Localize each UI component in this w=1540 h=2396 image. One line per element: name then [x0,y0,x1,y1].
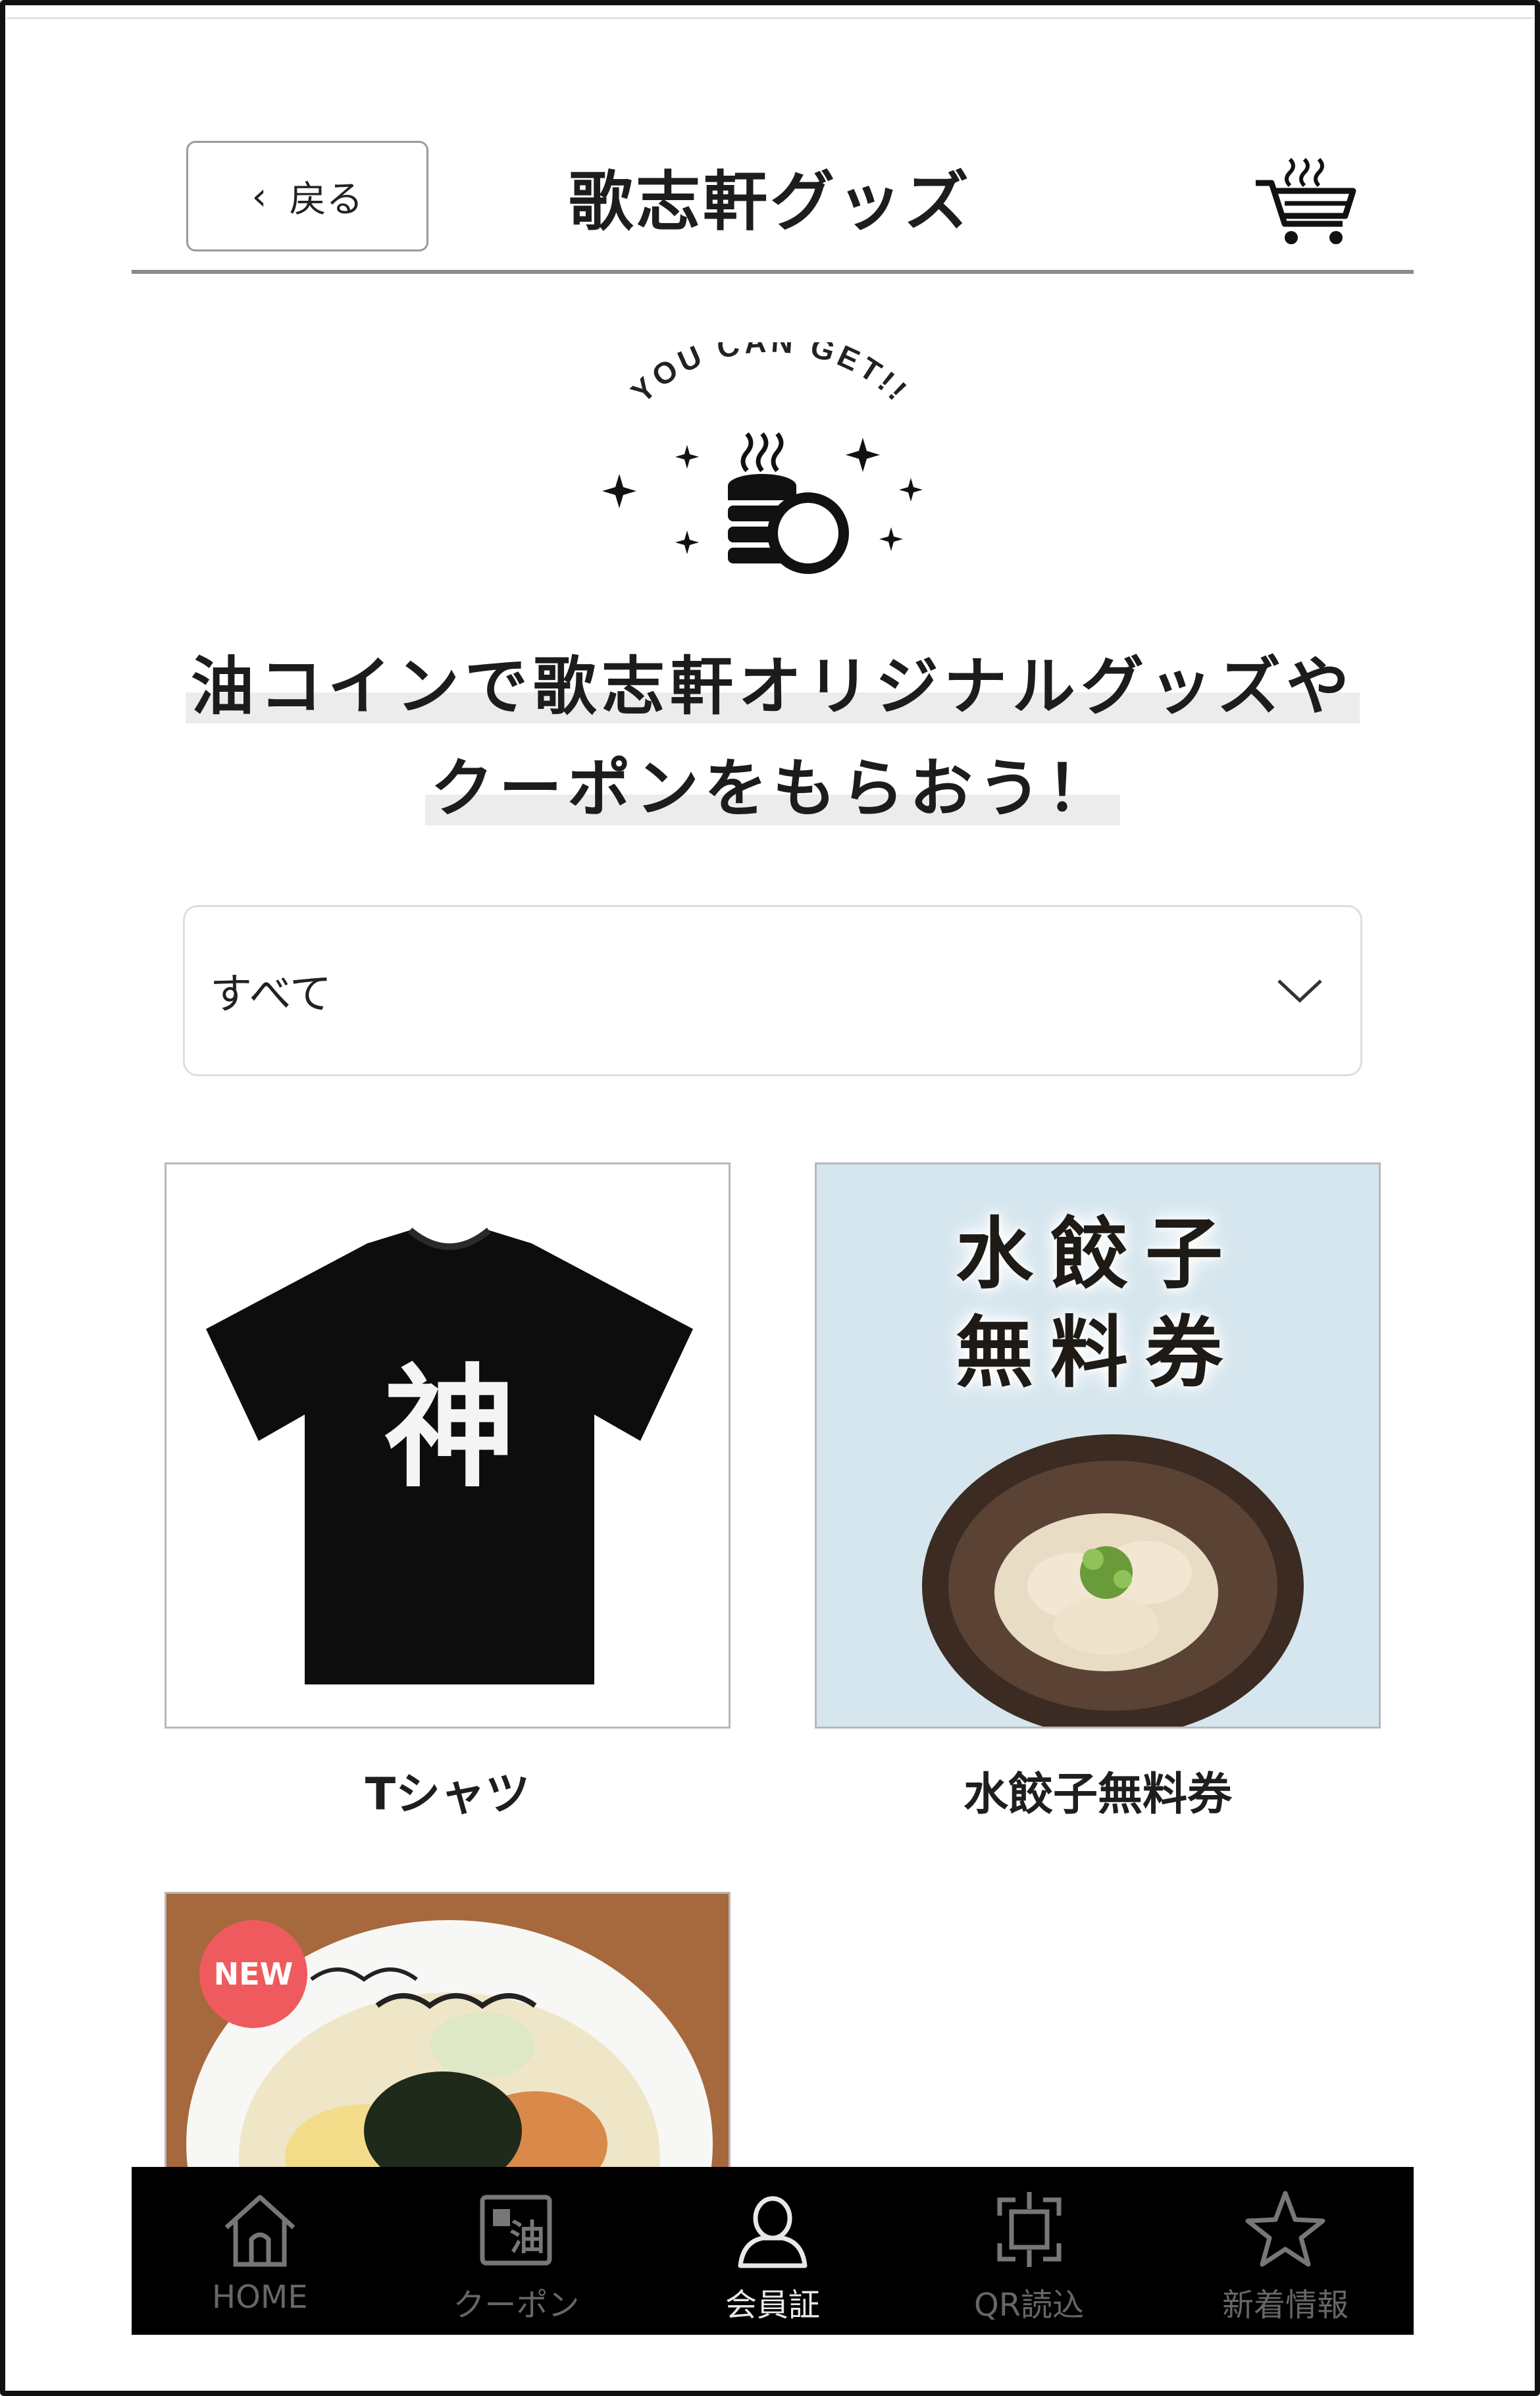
header-divider [132,270,1414,274]
cart-icon[interactable] [1250,142,1362,247]
tab-member-card[interactable]: 会員証 [644,2167,901,2335]
coupon-icon: 油 [480,2195,552,2266]
chevron-left-icon: ‹ [251,174,267,219]
chevron-down-icon [1277,979,1322,1003]
tab-home[interactable]: HOME [132,2167,388,2335]
coupon-title-line-2: 無料券 [955,1307,1240,1398]
product-image-tshirt[interactable]: 神 [165,1162,731,1729]
bottom-tab-bar: HOME 油 クーポン 会員証 QR読込 新着情報 [132,2167,1414,2335]
tshirt-image: 神 [206,1228,693,1684]
member-card-icon [738,2196,808,2268]
headline-line-2: クーポンをもらおう！ [132,737,1414,829]
tab-label: 会員証 [725,2287,820,2324]
product-name[interactable]: Tシャツ [165,1758,731,1823]
new-badge: NEW [199,1920,307,2028]
headline-line-1: 油コインで歌志軒オリジナルグッズや [132,635,1414,727]
coin-logo-icon: YOU CAN GET!! [602,342,923,574]
tab-label: HOME [211,2279,308,2316]
product-name[interactable]: 水餃子無料券 [815,1758,1381,1823]
you-can-get-text: YOU CAN GET!! [625,342,912,409]
star-icon [1245,2191,1325,2267]
product-image-ramen[interactable]: NEW [165,1892,731,2168]
tshirt-print-text: 神 [384,1351,515,1505]
coupon-title-line-1: 水餃子 [955,1208,1240,1299]
svg-text:油: 油 [509,2217,545,2258]
tab-label: 新着情報 [1222,2287,1349,2324]
tab-coupon[interactable]: 油 クーポン [388,2167,645,2335]
tab-qr-scan[interactable]: QR読込 [901,2167,1158,2335]
svg-text:YOU CAN GET!!: YOU CAN GET!! [625,342,916,409]
product-image-dumpling-coupon[interactable]: 水餃子 無料券 [815,1162,1381,1729]
back-button[interactable]: ‹ 戻る [186,141,428,251]
back-button-label: 戻る [289,178,363,221]
status-line [7,17,1533,19]
qr-scan-icon [997,2192,1062,2267]
category-select[interactable]: すべて [183,905,1362,1076]
tab-label: QR読込 [974,2287,1085,2324]
tab-label: クーポン [453,2287,580,2324]
tab-news[interactable]: 新着情報 [1157,2167,1414,2335]
home-icon [224,2195,295,2267]
category-select-value: すべて [210,970,332,1019]
page-title: 歌志軒グッズ [568,165,971,240]
